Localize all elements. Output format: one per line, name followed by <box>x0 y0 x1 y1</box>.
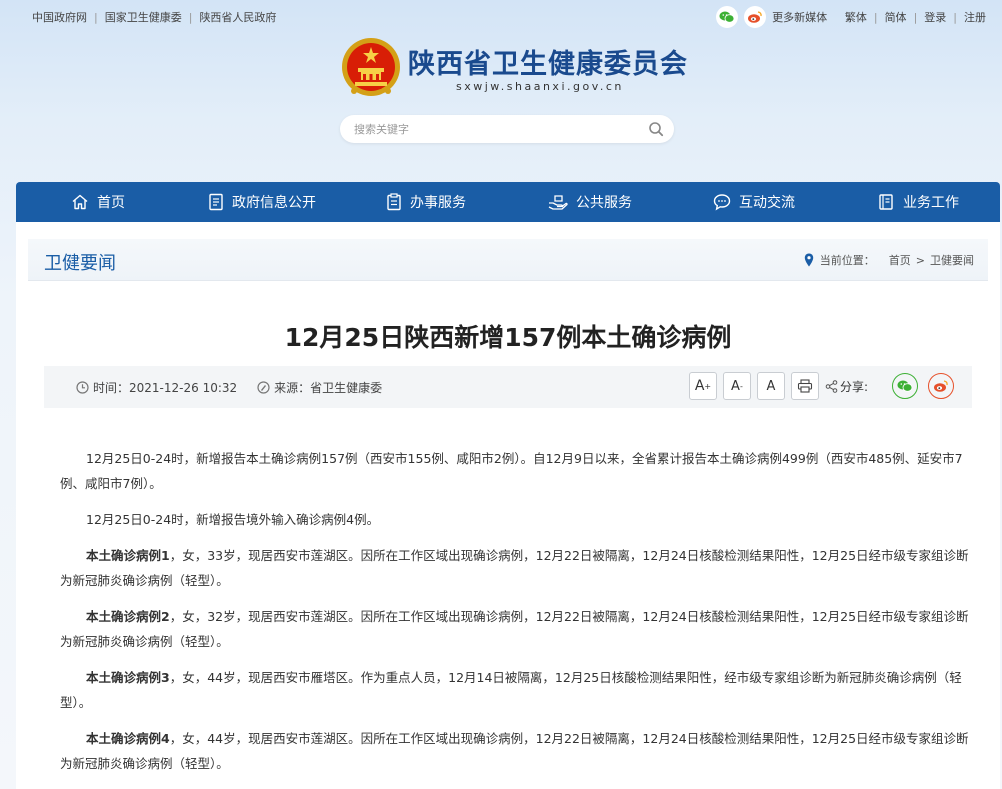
book-icon <box>879 194 893 210</box>
font-medium-label: A <box>731 378 740 394</box>
location-pin-icon <box>804 253 813 267</box>
font-large-label: A <box>694 378 705 394</box>
site-logo[interactable]: 陕西省卫生健康委员会 sxwjw.shaanxi.gov.cn <box>336 36 687 102</box>
link-nhc[interactable]: 国家卫生健康委 <box>105 9 182 25</box>
font-large-button[interactable]: A + <box>688 372 717 400</box>
content-panel: 卫健要闻 当前位置： 首页 > 卫健要闻 12月25日陕西新增157例本土确诊病… <box>16 222 1000 789</box>
clipboard-icon <box>387 193 401 211</box>
link-separator: | <box>873 10 878 24</box>
nav-item-home[interactable]: 首页 <box>16 182 180 222</box>
printer-icon <box>797 379 813 393</box>
top-bar: 中国政府网 | 国家卫生健康委 | 陕西省人民政府 更多新媒体 | 繁体 | 简… <box>0 0 1002 30</box>
breadcrumb-home[interactable]: 首页 <box>889 252 911 268</box>
clock-icon <box>76 381 89 394</box>
share-icon <box>825 379 838 393</box>
paragraph-bold-lead: 本土确诊病例1 <box>86 548 170 563</box>
article-meta-bar: 时间： 2021-12-26 10:32 来源： 省卫生健康委 A + A- A … <box>44 366 972 408</box>
link-separator: | <box>188 10 193 24</box>
paragraph-text: ，女，32岁，现居西安市莲湖区。因所在工作区域出现确诊病例，12月22日被隔离，… <box>60 609 969 649</box>
link-shaanxi-gov[interactable]: 陕西省人民政府 <box>199 9 276 25</box>
search-icon[interactable] <box>648 121 664 137</box>
article-meta-info: 时间： 2021-12-26 10:32 来源： 省卫生健康委 <box>76 379 382 396</box>
nav-item-interaction[interactable]: 互动交流 <box>672 182 836 222</box>
national-emblem-icon <box>342 38 400 96</box>
chat-icon <box>713 194 731 211</box>
share-wechat-button[interactable] <box>892 373 918 399</box>
article-body: 12月25日0-24时，新增报告本土确诊病例157例（西安市155例、咸阳市2例… <box>60 446 970 787</box>
article-title: 12月25日陕西新增157例本土确诊病例 <box>284 323 732 352</box>
breadcrumb-separator: > <box>915 253 925 267</box>
share-label: 分享: <box>839 379 868 394</box>
paragraph-bold-lead: 本土确诊病例4 <box>86 731 170 746</box>
breadcrumb: 当前位置： 首页 > 卫健要闻 <box>804 252 974 268</box>
nav-item-label: 政府信息公开 <box>232 195 316 211</box>
simplified-chinese-link[interactable]: 简体 <box>885 9 907 25</box>
login-link[interactable]: 登录 <box>924 9 946 25</box>
location-label: 当前位置： <box>819 254 875 267</box>
article-paragraph: 本土确诊病例2，女，32岁，现居西安市莲湖区。因所在工作区域出现确诊病例，12月… <box>60 604 970 654</box>
article-paragraph: 12月25日0-24时，新增报告境外输入确诊病例4例。 <box>60 507 970 532</box>
nav-item-business[interactable]: 业务工作 <box>836 182 1000 222</box>
article-source: 省卫生健康委 <box>310 381 383 395</box>
register-link[interactable]: 注册 <box>964 9 986 25</box>
nav-item-label: 公共服务 <box>576 195 632 211</box>
nav-item-label: 办事服务 <box>410 195 466 211</box>
hands-icon <box>548 195 568 210</box>
link-separator: | <box>913 10 918 24</box>
weibo-icon <box>934 380 948 392</box>
search-input[interactable] <box>354 120 634 138</box>
article-tools: A + A- A 分享: <box>688 372 954 400</box>
traditional-chinese-link[interactable]: 繁体 <box>845 9 867 25</box>
search-box <box>340 115 674 143</box>
section-title: 卫健要闻 <box>44 253 116 274</box>
source-label: 来源： <box>274 381 311 395</box>
paragraph-bold-lead: 本土确诊病例3 <box>86 670 170 685</box>
paragraph-text: ，女，44岁，现居西安市雁塔区。作为重点人员，12月14日被隔离，12月25日核… <box>60 670 962 710</box>
article-paragraph: 本土确诊病例4，女，44岁，现居西安市莲湖区。因所在工作区域出现确诊病例，12月… <box>60 726 970 776</box>
section-header: 卫健要闻 当前位置： 首页 > 卫健要闻 <box>28 239 988 281</box>
article-paragraph: 12月25日0-24时，新增报告本土确诊病例157例（西安市155例、咸阳市2例… <box>60 446 970 496</box>
minus-icon: - <box>739 381 743 391</box>
link-gov-cn[interactable]: 中国政府网 <box>32 9 87 25</box>
article-paragraph: 本土确诊病例3，女，44岁，现居西安市雁塔区。作为重点人员，12月14日被隔离，… <box>60 665 970 715</box>
plus-icon: + <box>704 381 712 391</box>
site-title: 陕西省卫生健康委员会 <box>408 49 688 80</box>
source-icon <box>257 381 270 394</box>
link-separator: | <box>953 10 957 24</box>
wechat-icon <box>897 380 913 392</box>
paragraph-text: 12月25日0-24时，新增报告境外输入确诊病例4例。 <box>86 512 380 527</box>
nav-item-gov-info[interactable]: 政府信息公开 <box>180 182 344 222</box>
paragraph-text: ，女，33岁，现居西安市莲湖区。因所在工作区域出现确诊病例，12月22日被隔离，… <box>60 548 969 588</box>
weibo-icon[interactable] <box>744 6 767 28</box>
nav-item-services[interactable]: 办事服务 <box>344 182 508 222</box>
paragraph-text: ，女，44岁，现居西安市莲湖区。因所在工作区域出现确诊病例，12月22日被隔离，… <box>60 731 969 771</box>
paragraph-bold-lead: 本土确诊病例2 <box>86 609 170 624</box>
link-separator: | <box>94 10 98 24</box>
publish-time: 2021-12-26 10:32 <box>129 380 238 395</box>
nav-item-label: 业务工作 <box>903 195 959 211</box>
font-medium-button[interactable]: A- <box>722 372 751 400</box>
site-domain: sxwjw.shaanxi.gov.cn <box>456 80 624 93</box>
print-button[interactable] <box>790 372 819 400</box>
share-weibo-button[interactable] <box>928 373 954 399</box>
font-small-label: A <box>766 378 776 394</box>
article-paragraph: 本土确诊病例1，女，33岁，现居西安市莲湖区。因所在工作区域出现确诊病例，12月… <box>60 543 970 593</box>
nav-item-label: 首页 <box>97 195 125 211</box>
paragraph-text: 12月25日0-24时，新增报告本土确诊病例157例（西安市155例、咸阳市2例… <box>60 451 963 491</box>
breadcrumb-current[interactable]: 卫健要闻 <box>930 252 974 268</box>
time-label: 时间： <box>93 381 130 395</box>
wechat-icon[interactable] <box>716 6 739 28</box>
more-media-link[interactable]: 更多新媒体 <box>772 9 827 25</box>
document-icon <box>209 193 223 211</box>
nav-item-public-services[interactable]: 公共服务 <box>508 182 672 222</box>
home-icon <box>72 194 88 210</box>
main-nav: 首页 政府信息公开 办事服务 公共服务 互动交流 业务工作 <box>16 182 1000 222</box>
font-small-button[interactable]: A <box>756 372 785 400</box>
top-right-tools: 更多新媒体 | 繁体 | 简体 | 登录 | 注册 <box>716 6 986 28</box>
external-links: 中国政府网 | 国家卫生健康委 | 陕西省人民政府 <box>32 9 276 25</box>
nav-item-label: 互动交流 <box>739 195 795 211</box>
